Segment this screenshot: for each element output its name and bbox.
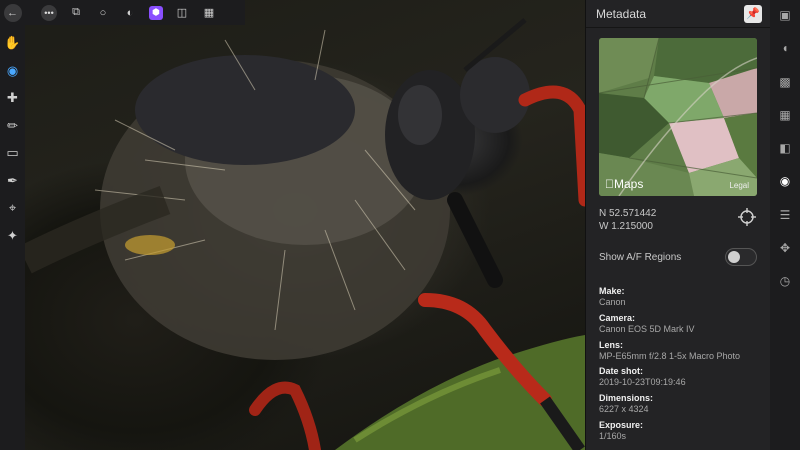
top-toolbar: ••• ⧉ ○ ◐ ⬢ ◫ ▦ [25, 0, 245, 25]
meta-key: Camera: [599, 313, 636, 323]
crop-icon[interactable]: ⌖ [2, 197, 24, 219]
expand-icon[interactable]: ▣ [776, 6, 794, 24]
navigator-icon[interactable]: ▦ [776, 106, 794, 124]
meta-value: 2019-10-23T09:19:46 [599, 377, 686, 387]
meta-key: Make: [599, 286, 625, 296]
locate-icon[interactable] [738, 208, 756, 226]
metadata-panel: Metadata 📌 Maps Legal N 52.571442 W 1.2… [585, 0, 770, 450]
latitude: N 52.571442 [599, 208, 657, 219]
meta-value: 1/160s [599, 431, 627, 441]
af-regions-toggle[interactable] [725, 248, 757, 266]
develop-icon[interactable]: ⧉ [68, 5, 84, 21]
panel-header: Metadata 📌 [586, 0, 770, 28]
map-legal-link[interactable]: Legal [729, 181, 749, 190]
toggle-knob [728, 251, 740, 263]
circle-icon[interactable]: ○ [95, 5, 111, 21]
meta-key: Dimensions: [599, 393, 654, 403]
camera-icon[interactable]: ◉ [776, 172, 794, 190]
meta-value: Canon [599, 297, 626, 307]
transform-icon[interactable]: ✥ [776, 239, 794, 257]
map-tiles [599, 38, 757, 196]
longitude: W 1.215000 [599, 221, 653, 232]
location-map[interactable]: Maps Legal [599, 38, 757, 196]
af-regions-label: Show A/F Regions [599, 251, 682, 263]
brushes-icon[interactable]: ◧ [776, 139, 794, 157]
wand-icon[interactable]: ✦ [2, 225, 24, 247]
right-toolbar: ▣ ◖ ▩ ▦ ◧ ◉ ☰ ✥ ◷ [770, 0, 800, 450]
meta-key: Lens: [599, 340, 624, 350]
robber-fly-photo [25, 18, 585, 450]
split-icon[interactable]: ◫ [174, 5, 190, 21]
meta-key: Exposure: [599, 420, 644, 430]
meta-value: Canon EOS 5D Mark IV [599, 324, 695, 334]
pin-icon[interactable]: 📌 [744, 4, 762, 23]
meta-camera: Camera: Canon EOS 5D Mark IV [599, 313, 695, 335]
export-icon[interactable]: ▦ [201, 5, 217, 21]
channels-icon[interactable]: ▩ [776, 73, 794, 91]
left-toolbar: ← ✋ ◉ ✚ ✏ ▭ ✒ ⌖ ✦ [0, 0, 25, 450]
history-icon[interactable]: ◷ [776, 272, 794, 290]
eraser-icon[interactable]: ▭ [2, 142, 24, 164]
layers-icon[interactable]: ☰ [776, 206, 794, 224]
meta-key: Date shot: [599, 366, 644, 376]
bandage-icon[interactable]: ✚ [2, 87, 24, 109]
eyedropper-icon[interactable]: ✒ [2, 170, 24, 192]
liquify-icon[interactable]: ⬢ [149, 5, 163, 20]
eye-icon[interactable]: ◉ [2, 60, 24, 82]
more-icon[interactable]: ••• [41, 4, 57, 21]
af-regions-row: Show A/F Regions [599, 247, 757, 267]
meta-exposure: Exposure: 1/160s [599, 420, 643, 442]
maps-brand: Maps [605, 177, 643, 191]
photo-canvas[interactable] [25, 0, 585, 450]
meta-make: Make: Canon [599, 286, 626, 308]
meta-value: MP-E65mm f/2.8 1-5x Macro Photo [599, 351, 741, 361]
hand-icon[interactable]: ✋ [2, 32, 24, 54]
meta-date-shot: Date shot: 2019-10-23T09:19:46 [599, 366, 686, 388]
back-arrow-icon[interactable]: ← [3, 4, 22, 22]
panel-title: Metadata [596, 6, 647, 21]
brush-icon[interactable]: ✏ [2, 115, 24, 137]
gps-coordinates: N 52.571442 W 1.215000 [599, 207, 656, 233]
meta-lens: Lens: MP-E65mm f/2.8 1-5x Macro Photo [599, 340, 740, 362]
tone-icon[interactable]: ◐ [122, 5, 138, 21]
histogram-icon[interactable]: ◖ [776, 39, 794, 57]
meta-value: 6227 x 4324 [599, 404, 649, 414]
meta-dimensions: Dimensions: 6227 x 4324 [599, 393, 653, 415]
